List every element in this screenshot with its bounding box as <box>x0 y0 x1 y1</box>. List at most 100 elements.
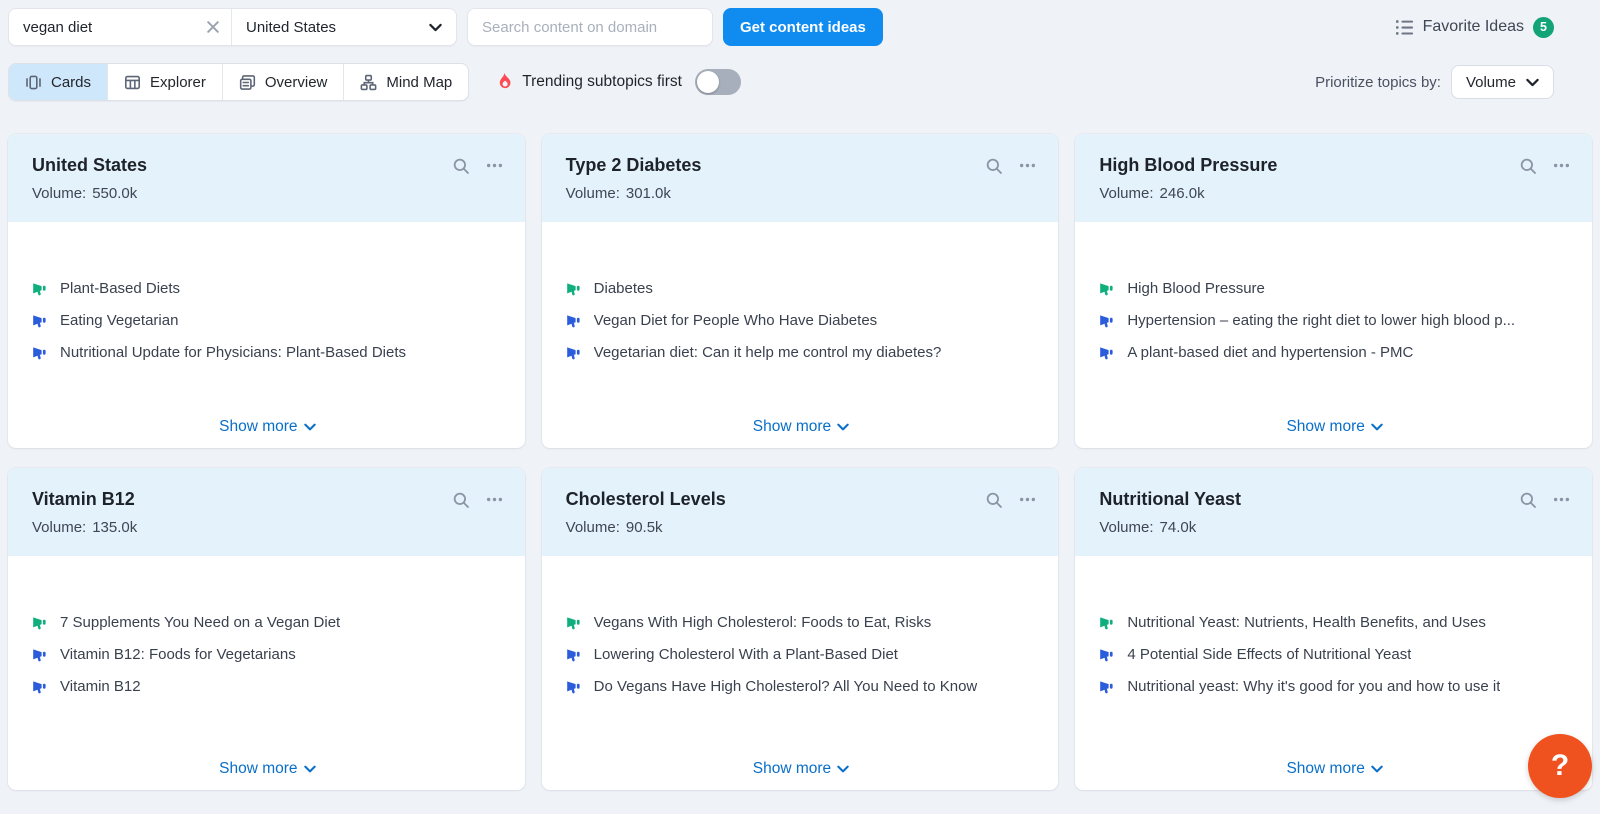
help-label: ? <box>1550 749 1570 782</box>
headline-text: Do Vegans Have High Cholesterol? All You… <box>593 678 978 695</box>
volume-label: Volume: <box>1099 519 1154 536</box>
card-more-button[interactable] <box>1553 491 1570 508</box>
megaphone-icon <box>1099 345 1115 361</box>
subtopic-headline[interactable]: Vegans With High Cholesterol: Foods to E… <box>566 614 1037 631</box>
keyword-country-combo: United States <box>8 8 457 46</box>
card-header: High Blood Pressure Volume: 246.0k <box>1075 134 1592 222</box>
card-search-button[interactable] <box>985 157 1003 174</box>
flame-icon <box>500 72 511 89</box>
subtopic-headline[interactable]: Hypertension – eating the right diet to … <box>1099 312 1570 329</box>
headline-text: Lowering Cholesterol With a Plant-Based … <box>593 646 898 663</box>
tab-mind-map[interactable]: Mind Map <box>344 64 468 100</box>
card-search-button[interactable] <box>452 157 469 174</box>
card-search-button[interactable] <box>1519 157 1536 174</box>
subtopic-headline[interactable]: Lowering Cholesterol With a Plant-Based … <box>566 646 1037 663</box>
country-select[interactable]: United States <box>232 9 456 45</box>
card-body: Plant-Based Diets Eating Vegetarian Nutr… <box>8 222 525 448</box>
card-more-button[interactable] <box>1019 157 1036 174</box>
tab-overview[interactable]: Overview <box>223 64 345 100</box>
favorite-ideas-button[interactable]: Favorite Ideas 5 <box>1395 16 1554 38</box>
subtopic-headline[interactable]: Do Vegans Have High Cholesterol? All You… <box>566 678 1037 695</box>
country-value: United States <box>246 18 337 36</box>
volume-label: Volume: <box>565 519 620 536</box>
card-search-button[interactable] <box>985 491 1003 508</box>
volume-value: 301.0k <box>625 185 671 202</box>
subtopic-headline[interactable]: Vitamin B12 <box>32 678 503 695</box>
card-body: Diabetes Vegan Diet for People Who Have … <box>542 222 1059 448</box>
show-more-button[interactable]: Show more <box>753 418 849 436</box>
show-more-button[interactable]: Show more <box>1286 760 1383 778</box>
sitemap-icon <box>360 74 377 90</box>
megaphone-icon <box>566 281 582 297</box>
trending-label: Trending subtopics first <box>522 73 682 90</box>
subtopic-headline[interactable]: 4 Potential Side Effects of Nutritional … <box>1099 646 1570 663</box>
show-more-label: Show more <box>219 418 298 435</box>
subtopic-headline[interactable]: Nutritional yeast: Why it's good for you… <box>1099 678 1570 695</box>
show-more-label: Show more <box>752 760 832 777</box>
headline-text: A plant-based diet and hypertension - PM… <box>1127 344 1414 361</box>
close-icon <box>207 21 219 33</box>
subtopic-headline[interactable]: A plant-based diet and hypertension - PM… <box>1099 344 1570 361</box>
show-more-button[interactable]: Show more <box>1286 418 1383 436</box>
tab-cards[interactable]: Cards <box>9 64 109 100</box>
subtopic-headline[interactable]: Vegan Diet for People Who Have Diabetes <box>566 312 1037 329</box>
chevron-down-icon <box>303 423 316 431</box>
get-content-ideas-button[interactable]: Get content ideas <box>723 8 883 46</box>
volume-value: 90.5k <box>625 519 663 536</box>
subtopic-headline[interactable]: 7 Supplements You Need on a Vegan Diet <box>32 614 503 631</box>
headline-text: Vegetarian diet: Can it help me control … <box>593 344 942 361</box>
volume-label: Volume: <box>565 185 620 202</box>
card-more-button[interactable] <box>486 491 503 508</box>
keyword-input[interactable] <box>23 18 207 36</box>
top-toolbar: United States Get content ideas Favorite… <box>0 0 1600 46</box>
show-more-button[interactable]: Show more <box>753 760 849 778</box>
keyword-segment <box>9 9 231 45</box>
headline-text: Vitamin B12 <box>60 678 141 695</box>
card-more-button[interactable] <box>1553 157 1570 174</box>
show-more-button[interactable]: Show more <box>219 760 316 778</box>
search-icon <box>1520 492 1536 508</box>
headline-text: 7 Supplements You Need on a Vegan Diet <box>60 614 341 631</box>
tab-mind-map-label: Mind Map <box>386 73 453 91</box>
show-more-button[interactable]: Show more <box>219 418 316 436</box>
topic-card: Nutritional Yeast Volume: 74.0k Nutrition… <box>1075 468 1592 790</box>
subtopic-headline[interactable]: Vegetarian diet: Can it help me control … <box>566 344 1037 361</box>
card-body: Vegans With High Cholesterol: Foods to E… <box>542 556 1059 790</box>
subtopic-headline[interactable]: High Blood Pressure <box>1099 280 1570 297</box>
card-search-button[interactable] <box>452 491 469 508</box>
card-more-button[interactable] <box>486 157 503 174</box>
card-header: United States Volume: 550.0k <box>8 134 525 222</box>
prioritize-select[interactable]: Volume <box>1450 65 1554 99</box>
card-more-button[interactable] <box>1019 491 1036 508</box>
headline-text: 4 Potential Side Effects of Nutritional … <box>1127 646 1412 663</box>
card-title: Cholesterol Levels <box>565 489 726 509</box>
cards-icon <box>26 75 41 89</box>
subtopic-headline[interactable]: Plant-Based Diets <box>32 280 503 297</box>
subtopic-headline[interactable]: Eating Vegetarian <box>32 312 503 329</box>
chevron-down-icon <box>429 23 442 31</box>
megaphone-icon <box>1099 313 1115 329</box>
headline-text: High Blood Pressure <box>1127 280 1265 297</box>
subtopic-headline[interactable]: Vitamin B12: Foods for Vegetarians <box>32 646 503 663</box>
card-body: Nutritional Yeast: Nutrients, Health Ben… <box>1075 556 1592 790</box>
chevron-down-icon <box>837 765 849 773</box>
volume-value: 550.0k <box>92 185 138 202</box>
trending-toggle[interactable] <box>694 69 741 95</box>
help-button[interactable]: ? <box>1528 734 1592 798</box>
domain-search-input[interactable] <box>467 8 713 46</box>
topic-card: United States Volume: 550.0k Plant-Based … <box>8 134 525 448</box>
megaphone-icon <box>32 615 48 631</box>
chevron-down-icon <box>1526 78 1539 86</box>
show-more-label: Show more <box>1286 760 1365 777</box>
ellipsis-icon <box>486 497 502 502</box>
card-title: Type 2 Diabetes <box>565 155 702 175</box>
card-search-button[interactable] <box>1519 491 1536 508</box>
card-title: Vitamin B12 <box>32 489 135 509</box>
search-icon <box>987 492 1003 508</box>
window-icon <box>239 74 255 90</box>
subtopic-headline[interactable]: Nutritional Yeast: Nutrients, Health Ben… <box>1099 614 1570 631</box>
clear-keyword-button[interactable] <box>207 21 219 33</box>
tab-explorer[interactable]: Explorer <box>108 64 223 100</box>
subtopic-headline[interactable]: Diabetes <box>566 280 1037 297</box>
subtopic-headline[interactable]: Nutritional Update for Physicians: Plant… <box>32 344 503 361</box>
